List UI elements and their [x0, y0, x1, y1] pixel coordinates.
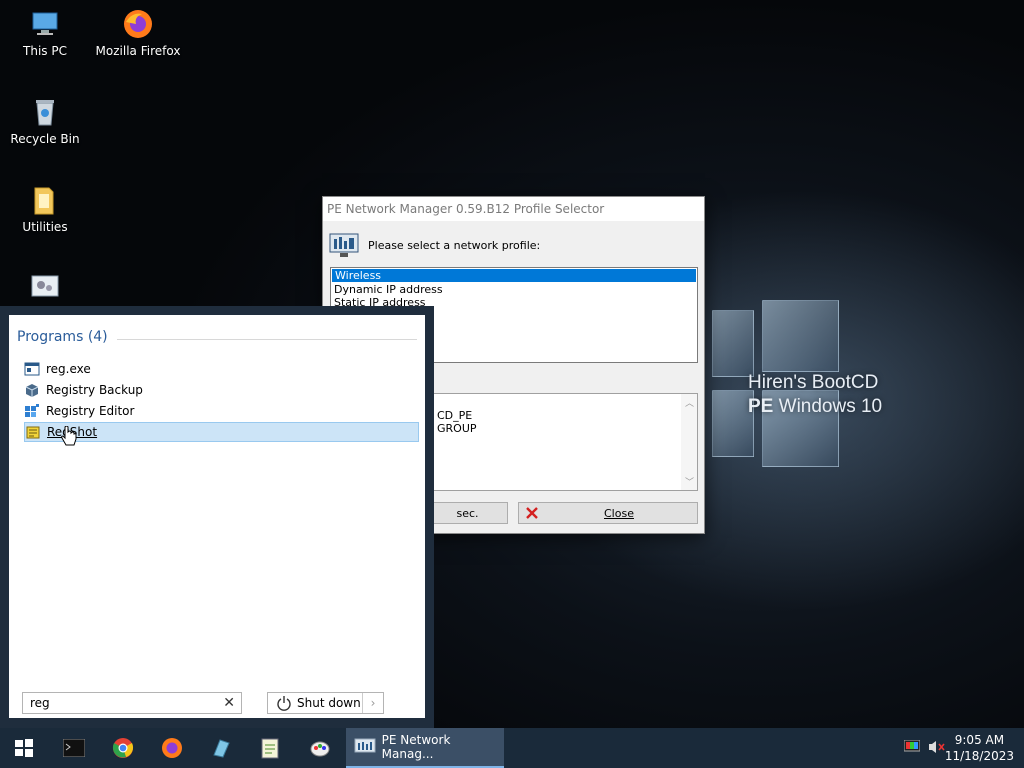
task-label: PE Network Manag... [381, 733, 451, 761]
desktop-icon-firefox[interactable]: Mozilla Firefox [93, 8, 183, 58]
program-label: reg.exe [46, 362, 91, 376]
profile-item-dynamic-ip[interactable]: Dynamic IP address [331, 283, 697, 296]
shutdown-button[interactable]: Shut down › [267, 692, 384, 714]
program-item-reg-exe[interactable]: reg.exe [24, 359, 419, 379]
network-monitor-icon [329, 233, 359, 257]
programs-section-title: Programs (4) [17, 329, 108, 345]
partial-button-label: sec. [456, 506, 479, 520]
dialog-title: PE Network Manager 0.59.B12 Profile Sele… [323, 197, 704, 221]
desktop-icon-recycle-bin[interactable]: Recycle Bin [0, 96, 90, 146]
taskbar-tool[interactable] [197, 728, 245, 768]
tool-icon [213, 739, 230, 758]
program-label: Registry Backup [46, 383, 143, 397]
taskbar-cmd[interactable] [50, 728, 98, 768]
exe-icon [24, 362, 40, 376]
hand-cursor-icon [61, 426, 77, 446]
desktop-icon-utilities[interactable]: Utilities [0, 184, 90, 234]
taskbar: PE Network Manag... 9:05 AM 11/18/2023 [0, 728, 1024, 768]
desktop-icon-settings[interactable] [0, 272, 90, 308]
start-menu-panel: Programs (4) reg.exe Registry Backup Reg… [9, 315, 425, 718]
cmd-icon [63, 739, 85, 757]
program-item-registry-backup[interactable]: Registry Backup [24, 380, 419, 400]
paint-icon [310, 741, 330, 757]
scroll-up-icon[interactable]: ︿ [685, 396, 694, 409]
section-divider [117, 339, 417, 340]
registry-editor-icon [25, 404, 39, 417]
shutdown-options-chevron-icon[interactable]: › [362, 693, 383, 713]
recycle-bin-icon [29, 96, 61, 128]
desktop-icon-label: Mozilla Firefox [95, 44, 181, 58]
network-monitor-icon [354, 738, 376, 753]
close-button-label: Close [604, 506, 634, 520]
taskbar-chrome[interactable] [99, 728, 147, 768]
notepad-icon [261, 738, 279, 759]
program-label: Registry Editor [46, 404, 135, 418]
clock-date: 11/18/2023 [944, 749, 1014, 763]
computer-icon [29, 8, 61, 40]
chrome-icon [112, 738, 134, 758]
brand-line1: Hiren's BootCD [748, 372, 879, 393]
close-x-icon [526, 507, 538, 519]
desktop-icon-this-pc[interactable]: This PC [0, 8, 90, 58]
brand-line2: PE Windows 10 [748, 396, 883, 417]
settings-window-icon [29, 272, 61, 304]
search-box[interactable]: ✕ [22, 692, 242, 714]
desktop-icon-label: Utilities [22, 220, 68, 234]
folder-icon [29, 184, 61, 216]
start-menu: Programs (4) reg.exe Registry Backup Reg… [0, 306, 434, 728]
taskbar-firefox[interactable] [148, 728, 196, 768]
firefox-icon [162, 738, 182, 758]
taskbar-notepad[interactable] [246, 728, 294, 768]
start-icon [15, 739, 33, 757]
close-button[interactable]: Close [518, 502, 698, 524]
info-line: CD_PE [437, 409, 473, 422]
dialog-prompt-row: Please select a network profile: [328, 231, 540, 259]
firefox-icon [122, 8, 154, 40]
clock-time: 9:05 AM [954, 733, 1005, 747]
dialog-prompt: Please select a network profile: [368, 238, 541, 252]
program-item-registry-editor[interactable]: Registry Editor [24, 401, 419, 421]
shutdown-label: Shut down [297, 696, 361, 710]
info-scrollbar[interactable]: ︿ ﹀ [681, 394, 697, 490]
start-button[interactable] [0, 728, 48, 768]
desktop-icon-label: Recycle Bin [10, 132, 80, 146]
brand-text: Hiren's BootCD PE Windows 10 [748, 371, 882, 419]
clear-search-icon[interactable]: ✕ [223, 695, 235, 711]
info-line: GROUP [437, 422, 477, 435]
system-clock[interactable]: 9:05 AM 11/18/2023 [945, 732, 1014, 764]
volume-muted-icon[interactable] [928, 740, 946, 757]
profile-item-wireless[interactable]: Wireless [332, 269, 696, 282]
taskbar-paint[interactable] [296, 728, 344, 768]
registry-backup-icon [25, 384, 39, 397]
search-input[interactable] [28, 695, 212, 711]
scroll-down-icon[interactable]: ﹀ [685, 475, 694, 488]
display-tray-icon[interactable] [903, 739, 921, 757]
regshot-icon [26, 426, 40, 439]
partial-button[interactable]: sec. [427, 502, 508, 524]
program-item-regshot[interactable]: RegShot [24, 422, 419, 442]
taskbar-task-network-manager[interactable]: PE Network Manag... [346, 728, 504, 768]
power-icon [277, 696, 291, 711]
desktop-icon-label: This PC [23, 44, 67, 58]
